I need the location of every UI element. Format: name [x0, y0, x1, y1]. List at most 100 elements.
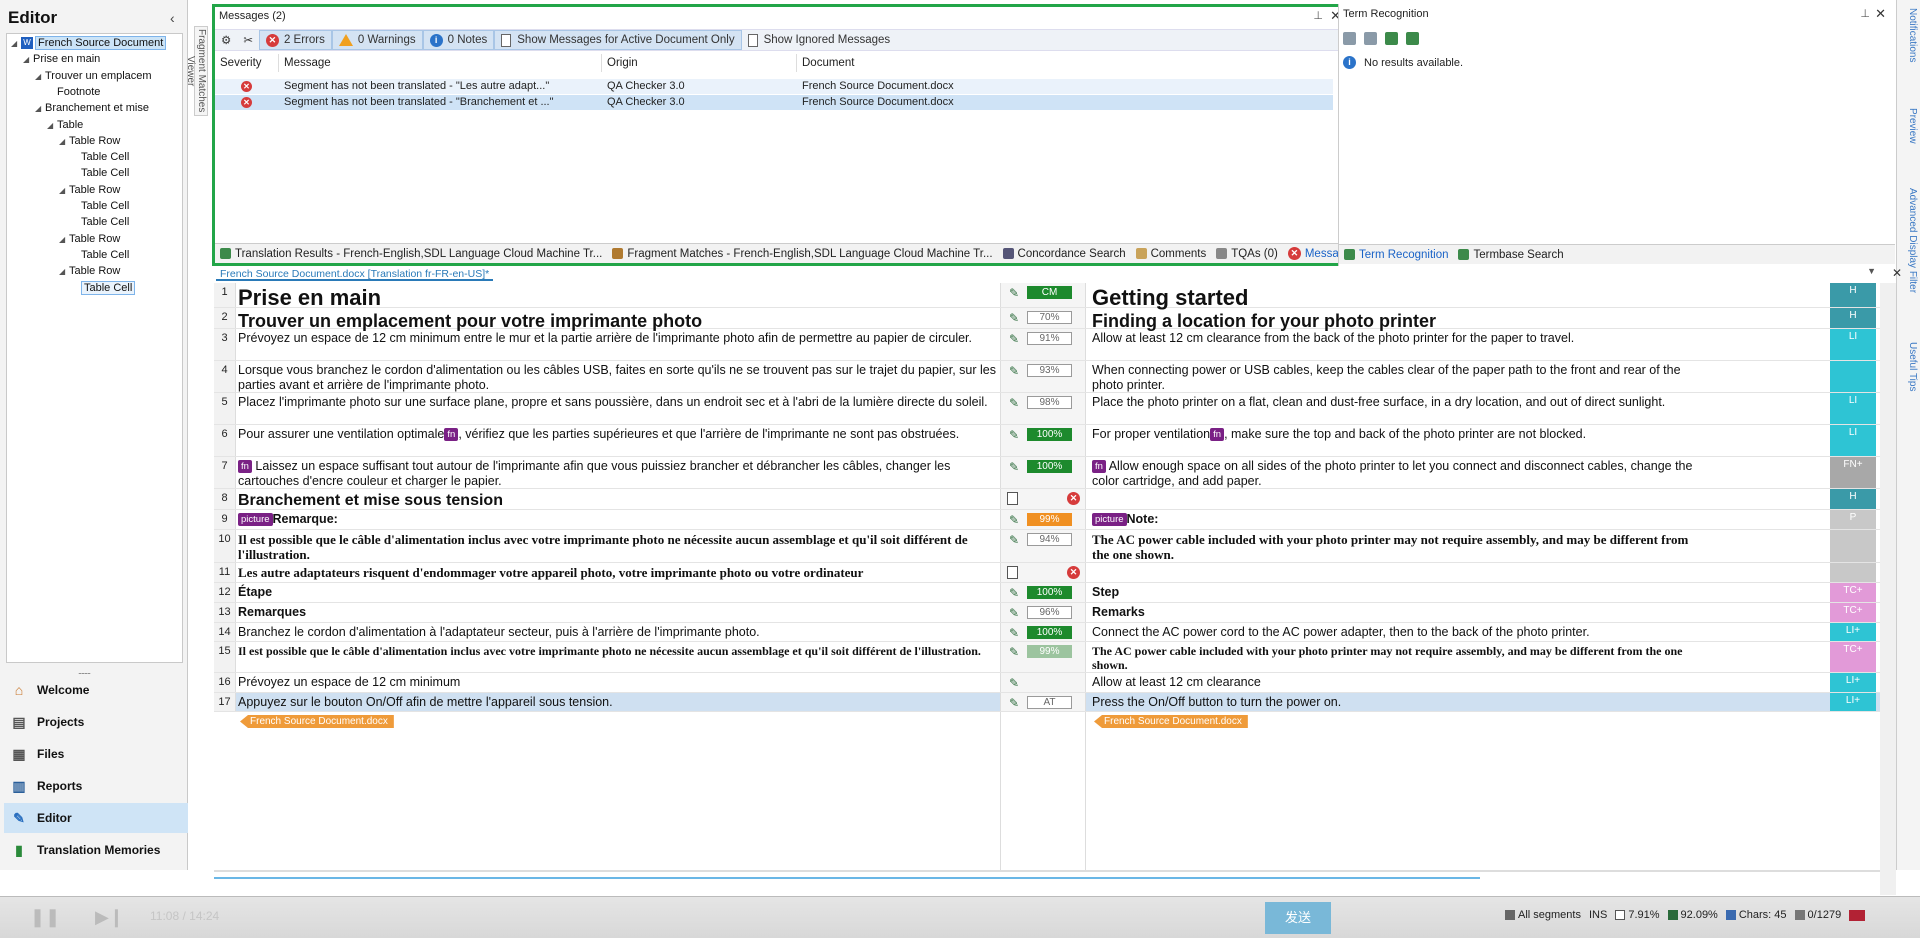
tree-node[interactable]: Table Cell [71, 166, 129, 181]
segment-row[interactable]: 15 Il est possible que le câble d'aliment… [214, 642, 1880, 673]
expand-icon[interactable]: ◢ [59, 232, 69, 247]
tree-node[interactable]: ◢ Table Row [59, 183, 120, 198]
tree-node[interactable]: Table Cell [71, 248, 129, 263]
termbase-icon[interactable] [1385, 32, 1398, 45]
segment-row[interactable]: 9 picture Remarque: ✎ 99% picture Note: P [214, 510, 1880, 530]
target-segment[interactable]: The AC power cable included with your ph… [1092, 530, 1700, 562]
target-segment[interactable] [1092, 489, 1700, 491]
expand-icon[interactable]: ◢ [59, 264, 69, 279]
segment-row[interactable]: 4 Lorsque vous branchez le cordon d'alime… [214, 361, 1880, 393]
segment-row[interactable]: 13 Remarques ✎ 96% Remarks TC+ [214, 603, 1880, 623]
show-ignored-toggle[interactable]: Show Ignored Messages [742, 30, 897, 50]
errors-toggle[interactable]: ✕ 2 Errors [258, 30, 332, 50]
segment-row[interactable]: 3 Prévoyez un espace de 12 cm minimum ent… [214, 329, 1880, 361]
chevron-left-icon[interactable]: ‹ [170, 10, 175, 26]
target-segment[interactable]: Press the On/Off button to turn the powe… [1092, 693, 1700, 710]
source-segment[interactable]: fn Laissez un espace suffisant tout auto… [238, 457, 1010, 489]
segment-row[interactable]: 16 Prévoyez un espace de 12 cm minimum ✎ Al… [214, 673, 1880, 693]
source-segment[interactable]: Les autre adaptateurs risquent d'endomma… [238, 563, 1010, 580]
side-tab-preview[interactable]: Preview [1900, 108, 1918, 144]
table-row[interactable]: ✕ Segment has not been translated - "Les… [215, 79, 1333, 94]
expand-icon[interactable]: ◢ [59, 183, 69, 198]
segment-row[interactable]: 2 Trouver un emplacement pour votre impri… [214, 308, 1880, 331]
tree-node[interactable]: ◢ Trouver un emplacem [35, 69, 152, 84]
source-segment[interactable]: Prévoyez un espace de 12 cm minimum [238, 673, 1010, 690]
tree-node[interactable]: Footnote [47, 85, 100, 100]
pin-icon[interactable]: ⊥ [1860, 7, 1870, 20]
segment-row[interactable]: 11 Les autre adaptateurs risquent d'endom… [214, 563, 1880, 583]
tab-tqas[interactable]: TQAs (0) [1211, 244, 1283, 263]
tab-comments[interactable]: Comments [1131, 244, 1212, 263]
expand-icon[interactable]: ◢ [47, 118, 57, 133]
tree-node[interactable]: ◢ Table Row [59, 134, 120, 149]
target-segment[interactable]: The AC power cable included with your ph… [1092, 642, 1700, 672]
target-segment[interactable]: Allow at least 12 cm clearance [1092, 673, 1700, 690]
source-segment[interactable]: Pour assurer une ventilation optimale fn,… [238, 425, 1010, 442]
target-segment[interactable] [1092, 563, 1700, 565]
tab-fragment-matches[interactable]: Fragment Matches - French-English,SDL La… [607, 244, 997, 263]
expand-icon[interactable]: ◢ [23, 52, 33, 67]
horizontal-scrollbar[interactable] [214, 877, 1480, 879]
send-button[interactable]: 发送 [1265, 902, 1331, 934]
table-row[interactable]: ✕ Segment has not been translated - "Bra… [215, 95, 1333, 110]
pause-icon[interactable]: ❚❚ [30, 907, 60, 928]
tree-node[interactable]: ◢ Table [47, 118, 83, 133]
tab-concordance-search[interactable]: Concordance Search [998, 244, 1131, 263]
filter-icon[interactable]: ⚙ [215, 30, 237, 50]
segment-row[interactable]: 5 Placez l'imprimante photo sur une surfa… [214, 393, 1880, 425]
segment-row[interactable]: 10 Il est possible que le câble d'aliment… [214, 530, 1880, 563]
close-icon[interactable]: ✕ [1875, 6, 1886, 22]
target-segment[interactable]: Allow at least 12 cm clearance from the … [1092, 329, 1700, 346]
tree-node[interactable]: Table Cell [71, 215, 129, 230]
target-segment[interactable]: Getting started [1092, 283, 1700, 311]
segment-row[interactable]: 8 Branchement et mise sous tension ✕ H [214, 489, 1880, 510]
add-term-icon[interactable] [1343, 32, 1356, 45]
target-segment[interactable]: Remarks [1092, 603, 1700, 620]
segment-row[interactable]: 6 Pour assurer une ventilation optimale fn… [214, 425, 1880, 457]
side-tab-useful-tips[interactable]: Useful Tips [1900, 342, 1918, 391]
tree-node[interactable]: ◢ W French Source Document [11, 36, 167, 51]
nav-button-projects[interactable]: ▤ Projects [4, 707, 188, 737]
segment-filter[interactable]: All segments [1505, 909, 1581, 921]
active-document-only-toggle[interactable]: Show Messages for Active Document Only [494, 30, 742, 50]
segment-row[interactable]: 12 Étape ✎ 100% Step TC+ [214, 583, 1880, 603]
segment-row[interactable]: 14 Branchez le cordon d'alimentation à l'… [214, 623, 1880, 642]
target-segment[interactable]: When connecting power or USB cables, kee… [1092, 361, 1700, 393]
expand-icon[interactable]: ◢ [59, 134, 69, 149]
column-header-message[interactable]: Message [279, 54, 602, 72]
side-tab-advanced-display-filter[interactable]: Advanced Display Filter [1900, 188, 1918, 293]
target-segment[interactable]: fn Allow enough space on all sides of th… [1092, 457, 1700, 489]
source-segment[interactable]: Étape [238, 583, 1010, 600]
side-tab-fragment-matches[interactable]: Fragment Matches Viewer [185, 26, 208, 116]
source-segment[interactable]: Branchez le cordon d'alimentation à l'ad… [238, 623, 1010, 640]
tree-node[interactable]: ◢ Prise en main [23, 52, 100, 67]
source-segment[interactable]: Il est possible que le câble d'alimentat… [238, 642, 1010, 658]
source-segment[interactable]: Branchement et mise sous tension [238, 489, 1010, 511]
source-segment[interactable]: Il est possible que le câble d'alimentat… [238, 530, 1010, 562]
segment-row[interactable]: 1 Prise en main ✎ CM Getting started H [214, 283, 1880, 311]
column-header-origin[interactable]: Origin [602, 54, 797, 72]
notes-toggle[interactable]: i 0 Notes [422, 30, 495, 50]
expand-icon[interactable]: ◢ [35, 69, 45, 84]
source-segment[interactable]: Appuyez sur le bouton On/Off afin de met… [238, 693, 1010, 710]
source-segment[interactable]: Lorsque vous branchez le cordon d'alimen… [238, 361, 1010, 393]
clear-filter-icon[interactable]: ✂ [237, 30, 259, 50]
source-segment[interactable]: Remarques [238, 603, 1010, 620]
segment-row[interactable]: 7 fn Laissez un espace suffisant tout aut… [214, 457, 1880, 489]
tree-node[interactable]: ◢ Table Row [59, 232, 120, 247]
next-icon[interactable]: ▶❙ [95, 907, 124, 928]
source-segment[interactable]: Placez l'imprimante photo sur une surfac… [238, 393, 1010, 410]
tree-node[interactable]: ◢ Table Row [59, 264, 120, 279]
source-segment[interactable]: Prévoyez un espace de 12 cm minimum entr… [238, 329, 1010, 346]
tree-node[interactable]: Table Cell [71, 280, 136, 296]
target-segment[interactable]: For proper ventilation fn, make sure the … [1092, 425, 1700, 442]
tab-translation-results[interactable]: Translation Results - French-English,SDL… [215, 244, 607, 263]
column-header-document[interactable]: Document [797, 54, 1333, 72]
nav-button-files[interactable]: ▦ Files [4, 739, 188, 769]
dropdown-icon[interactable]: ▼ [1867, 266, 1876, 276]
pin-icon[interactable]: ⊥ [1313, 9, 1323, 22]
segment-row[interactable]: 17 Appuyez sur le bouton On/Off afin de m… [214, 693, 1880, 712]
document-tab[interactable]: French Source Document.docx [Translation… [216, 268, 494, 281]
warnings-toggle[interactable]: 0 Warnings [331, 30, 423, 50]
target-segment[interactable]: Connect the AC power cord to the AC powe… [1092, 623, 1700, 640]
